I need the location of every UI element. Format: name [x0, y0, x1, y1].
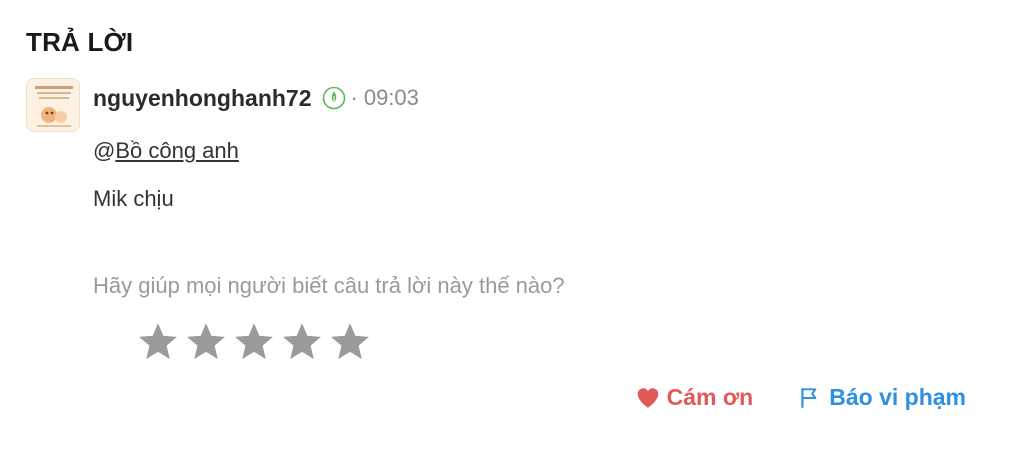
star-1-icon[interactable]: [136, 320, 180, 364]
meta-separator: ·: [350, 85, 358, 110]
star-5-icon[interactable]: [328, 320, 372, 364]
answer-meta: nguyenhonghanh72 · 09:03: [93, 82, 419, 114]
mention: @Bồ công anh: [93, 138, 239, 164]
section-title: TRẢ LỜI: [26, 27, 134, 57]
star-2-icon[interactable]: [184, 320, 228, 364]
answer-time: 09:03: [363, 85, 419, 110]
report-label: Báo vi phạm: [829, 384, 966, 410]
mention-user-link[interactable]: Bồ công anh: [115, 138, 239, 163]
answer-actions: Cám ơn Báo vi phạm: [635, 384, 966, 411]
answer-text: Mik chịu: [93, 186, 174, 211]
star-rating: [136, 320, 372, 364]
rating-prompt: Hãy giúp mọi người biết câu trả lời này …: [93, 273, 565, 298]
leaf-badge-icon: [322, 86, 346, 110]
avatar[interactable]: [26, 78, 80, 132]
star-3-icon[interactable]: [232, 320, 276, 364]
mention-prefix: @: [93, 138, 116, 163]
flag-icon: [801, 387, 817, 408]
heart-icon: [637, 387, 658, 408]
avatar-image: [27, 79, 79, 131]
thanks-button[interactable]: Cám ơn: [635, 384, 754, 411]
username-link[interactable]: nguyenhonghanh72: [93, 85, 312, 112]
report-button[interactable]: Báo vi phạm: [797, 384, 966, 411]
star-4-icon[interactable]: [280, 320, 324, 364]
thanks-label: Cám ơn: [666, 384, 754, 410]
